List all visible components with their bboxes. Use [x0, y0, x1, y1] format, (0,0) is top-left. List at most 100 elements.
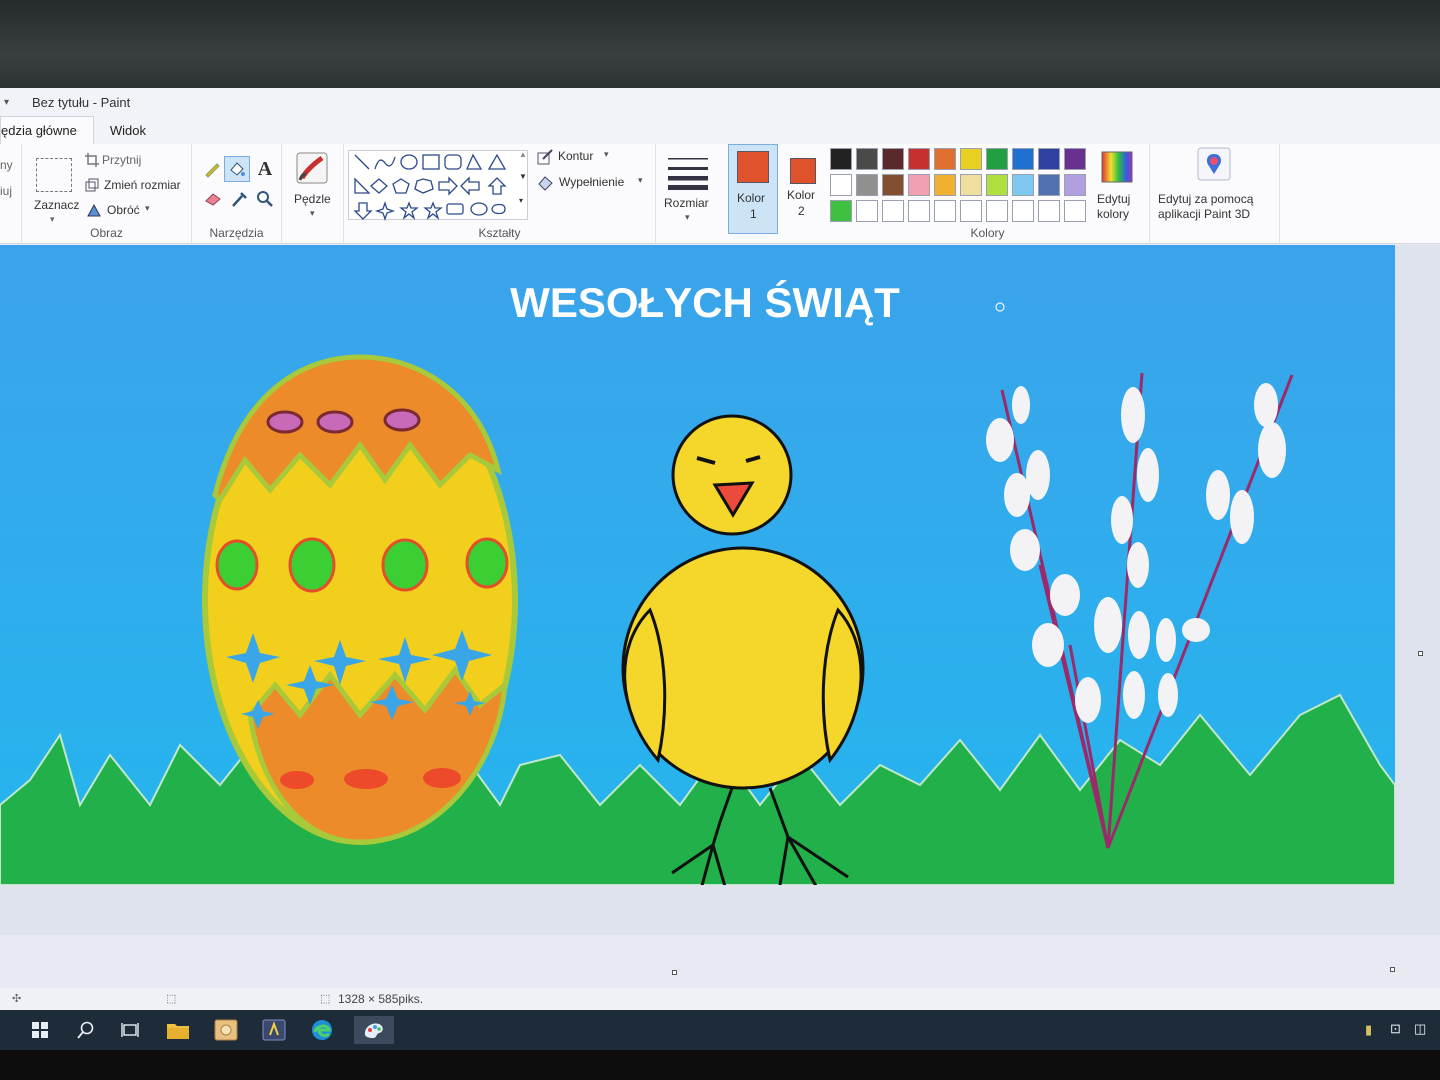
- photos-icon[interactable]: [212, 1016, 240, 1044]
- palette-swatch[interactable]: [934, 200, 956, 222]
- size-dropdown-icon[interactable]: ▾: [685, 212, 690, 223]
- search-icon[interactable]: [72, 1016, 100, 1044]
- fill-bucket-icon[interactable]: [224, 156, 250, 182]
- paint3d-label-2[interactable]: aplikacji Paint 3D: [1158, 207, 1250, 221]
- image-group: Zaznacz ▾ Przytnij Zmień rozmiar Obróć ▾…: [22, 144, 192, 244]
- palette-swatch[interactable]: [986, 148, 1008, 170]
- eraser-icon[interactable]: [202, 188, 224, 210]
- fill-button[interactable]: Wypełnienie: [559, 175, 624, 189]
- select-dropdown-icon[interactable]: ▾: [50, 214, 55, 225]
- palette-swatch[interactable]: [960, 200, 982, 222]
- ribbon-tabs: ędzia główne Widok: [0, 116, 1440, 144]
- palette-swatch[interactable]: [856, 148, 878, 170]
- resize-icon[interactable]: [84, 177, 100, 193]
- palette-swatch[interactable]: [882, 148, 904, 170]
- palette-swatch[interactable]: [1064, 174, 1086, 196]
- text-tool-icon[interactable]: A: [254, 157, 276, 181]
- palette-swatch[interactable]: [960, 148, 982, 170]
- rotate-button[interactable]: Obróć: [107, 203, 140, 217]
- palette-swatch[interactable]: [1038, 174, 1060, 196]
- crop-icon[interactable]: [84, 152, 100, 168]
- palette-swatch[interactable]: [856, 174, 878, 196]
- palette-swatch[interactable]: [830, 174, 852, 196]
- palette-swatch[interactable]: [960, 174, 982, 196]
- palette-swatch[interactable]: [986, 174, 1008, 196]
- file-explorer-icon[interactable]: [164, 1016, 192, 1044]
- brushes-group: Pędzle ▾: [282, 144, 344, 244]
- windows-start-icon[interactable]: [26, 1016, 54, 1044]
- shapes-expand-icon[interactable]: ▾: [519, 196, 523, 205]
- brush-icon[interactable]: [292, 148, 332, 188]
- brushes-dropdown-icon[interactable]: ▾: [310, 208, 315, 219]
- palette-swatch[interactable]: [1064, 200, 1086, 222]
- tab-view[interactable]: Widok: [94, 117, 162, 144]
- tools-group-label: Narzędzia: [209, 226, 264, 240]
- task-view-icon[interactable]: [116, 1016, 144, 1044]
- shapes-scroll-down-icon[interactable]: ▼: [519, 172, 527, 181]
- window-title: Bez tytułu - Paint: [32, 94, 131, 110]
- palette-swatch[interactable]: [882, 200, 904, 222]
- rotate-icon[interactable]: [86, 202, 102, 218]
- palette-swatch[interactable]: [908, 200, 930, 222]
- palette-swatch[interactable]: [934, 148, 956, 170]
- color2-number: 2: [798, 204, 805, 218]
- select-button[interactable]: Zaznacz: [34, 198, 79, 212]
- paint-icon[interactable]: [354, 1016, 394, 1044]
- palette-swatch[interactable]: [908, 174, 930, 196]
- edge-icon[interactable]: [308, 1016, 336, 1044]
- paint3d-icon[interactable]: [1196, 146, 1232, 182]
- palette-swatch[interactable]: [1012, 200, 1034, 222]
- tab-home[interactable]: ędzia główne: [0, 116, 94, 144]
- paint3d-label-1[interactable]: Edytuj za pomocą: [1158, 192, 1253, 206]
- drawing-canvas[interactable]: WESOŁYCH ŚWIĄT: [0, 245, 1395, 885]
- quick-access-dropdown-icon[interactable]: ▾: [4, 97, 24, 108]
- palette-swatch[interactable]: [1012, 174, 1034, 196]
- resize-button[interactable]: Zmień rozmiar: [104, 178, 181, 192]
- taskbar: ▮ ⊡ ◫: [0, 1010, 1440, 1050]
- easter-egg: [202, 354, 518, 845]
- resize-handle-corner[interactable]: [1390, 967, 1395, 972]
- magnifier-icon[interactable]: [254, 188, 276, 210]
- tray-network-icon[interactable]: ⊡: [1390, 1021, 1401, 1037]
- palette-swatch[interactable]: [856, 200, 878, 222]
- palette-swatch[interactable]: [1064, 148, 1086, 170]
- palette-swatch[interactable]: [986, 200, 1008, 222]
- color2-button[interactable]: Kolor 2: [782, 144, 826, 234]
- size-button[interactable]: Rozmiar: [664, 196, 709, 210]
- edit-colors-icon[interactable]: [1100, 150, 1134, 184]
- tray-volume-icon[interactable]: ◫: [1414, 1021, 1426, 1037]
- title-bar: ▾ Bez tytułu - Paint: [0, 88, 1440, 116]
- color-picker-icon[interactable]: [228, 188, 250, 210]
- select-icon[interactable]: [36, 158, 72, 192]
- tray-notification-icon[interactable]: ▮: [1365, 1022, 1372, 1038]
- crop-button[interactable]: Przytnij: [102, 153, 141, 167]
- colors-group: Edytuj kolory Kolory: [826, 144, 1150, 244]
- palette-swatch[interactable]: [1012, 148, 1034, 170]
- shapes-scroll-up-icon[interactable]: ▲: [519, 150, 527, 159]
- palette-swatch[interactable]: [908, 148, 930, 170]
- edit-colors-label-2[interactable]: kolory: [1097, 207, 1129, 221]
- fill-dropdown-icon[interactable]: ▾: [638, 175, 643, 186]
- canvas-area: WESOŁYCH ŚWIĄT: [0, 245, 1440, 975]
- brushes-button[interactable]: Pędzle: [294, 192, 331, 206]
- palette-swatch[interactable]: [1038, 200, 1060, 222]
- color1-button[interactable]: Kolor 1: [728, 144, 778, 234]
- resize-handle-bottom[interactable]: [672, 970, 677, 975]
- outline-button[interactable]: Kontur: [558, 149, 593, 163]
- palette-swatch[interactable]: [830, 200, 852, 222]
- rotate-dropdown-icon[interactable]: ▾: [145, 203, 150, 214]
- fill-icon[interactable]: [536, 174, 556, 192]
- outline-icon[interactable]: [536, 148, 554, 166]
- color1-label: Kolor: [737, 191, 766, 205]
- pencil-icon[interactable]: [202, 158, 222, 180]
- app-icon[interactable]: [260, 1016, 288, 1044]
- size-icon[interactable]: [668, 156, 708, 190]
- palette-swatch[interactable]: [830, 148, 852, 170]
- palette-swatch[interactable]: [882, 174, 904, 196]
- edit-colors-label-1[interactable]: Edytuj: [1097, 192, 1130, 206]
- outline-dropdown-icon[interactable]: ▾: [604, 149, 609, 160]
- palette-swatch[interactable]: [934, 174, 956, 196]
- resize-handle-right[interactable]: [1418, 651, 1423, 656]
- shapes-gallery-svg[interactable]: [349, 151, 529, 222]
- palette-swatch[interactable]: [1038, 148, 1060, 170]
